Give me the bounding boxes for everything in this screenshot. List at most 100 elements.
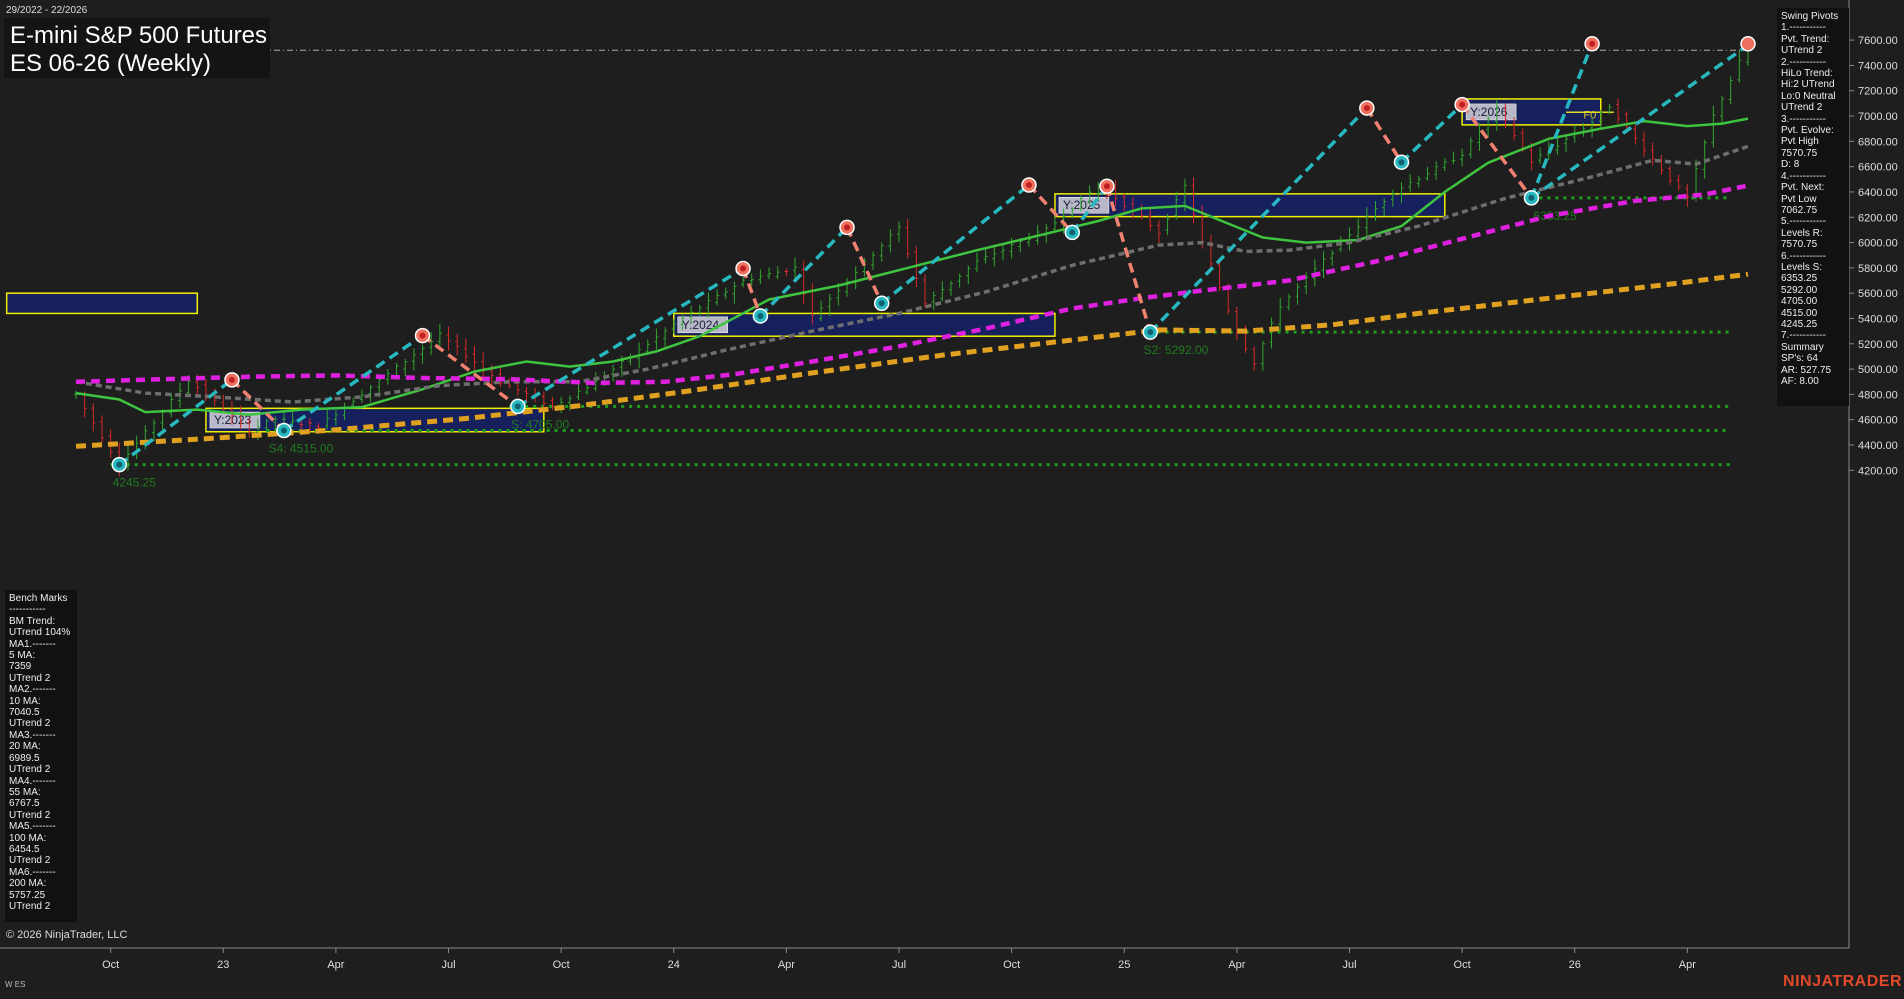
x-tick-label: 26 bbox=[1569, 959, 1581, 971]
y-tick-label: 4200.00 bbox=[1858, 465, 1898, 477]
x-tick-label: Jul bbox=[892, 959, 906, 971]
bench-panel-line: 20 MA: bbox=[9, 741, 41, 753]
pivot-marker-core bbox=[1528, 194, 1535, 201]
swing-panel-line: 5292.00 bbox=[1781, 284, 1818, 296]
swing-panel-line: AR: 527.75 bbox=[1781, 364, 1832, 376]
bench-panel-line: UTrend 2 bbox=[9, 764, 51, 776]
year-zone bbox=[5, 292, 199, 315]
year-zone bbox=[673, 312, 1056, 337]
bench-panel-line: ----------- bbox=[9, 604, 46, 616]
swing-panel-line: 4.----------- bbox=[1781, 170, 1826, 182]
swing-panel-line: 7570.75 bbox=[1781, 239, 1818, 251]
x-tick-label: 24 bbox=[668, 959, 680, 971]
bench-panel-line: UTrend 2 bbox=[9, 809, 51, 821]
instrument-tag: W ES bbox=[5, 980, 26, 989]
swing-panel-line: 7570.75 bbox=[1781, 147, 1818, 159]
swing-panel-line: 2.----------- bbox=[1781, 56, 1826, 68]
swing-line bbox=[1365, 107, 1403, 164]
y-tick-label: 5400.00 bbox=[1858, 313, 1898, 325]
swing-panel-line: SP's: 64 bbox=[1781, 353, 1818, 365]
pivot-marker-core bbox=[1025, 181, 1032, 188]
support-label: S4: 4515.00 bbox=[269, 441, 334, 455]
f0-label: F0 bbox=[1583, 110, 1596, 122]
x-tick-label: Apr bbox=[1679, 959, 1696, 971]
bench-panel-line: UTrend 2 bbox=[9, 900, 51, 912]
bench-panel-line: 5757.25 bbox=[9, 889, 46, 901]
swing-panel-line: Pvt Low bbox=[1781, 193, 1817, 205]
ma-line-20-ma bbox=[75, 117, 1749, 416]
swing-panel-line: Summary bbox=[1781, 341, 1824, 353]
bench-panel-line: 10 MA: bbox=[9, 695, 41, 707]
swing-panel-line: Pvt. Next: bbox=[1781, 182, 1825, 194]
bench-panel-line: MA3.------- bbox=[9, 729, 56, 741]
y-tick-label: 6000.00 bbox=[1858, 238, 1898, 250]
swing-panel-line: 7.----------- bbox=[1781, 330, 1826, 342]
pivot-marker-core bbox=[1589, 40, 1596, 47]
pivot-marker-core bbox=[740, 265, 747, 272]
swing-panel-line: Swing Pivots bbox=[1781, 11, 1839, 22]
chart-stage[interactable]: 4200.00 4400.00 4600.00 4800.00 5000.00 5200.… bbox=[0, 0, 1904, 994]
chart-title: E-mini S&P 500 Futures bbox=[10, 22, 268, 49]
pivot-marker-core bbox=[514, 403, 521, 410]
pivot-marker-core bbox=[1103, 183, 1110, 190]
x-tick-label: 25 bbox=[1118, 959, 1130, 971]
copyright: © 2026 NinjaTrader, LLC bbox=[6, 929, 128, 941]
pivot-marker-core bbox=[116, 461, 123, 468]
swing-pivots-panel: Swing Pivots 1.----------- Pvt. Trend: UTre… bbox=[1777, 8, 1849, 406]
date-range: 29/2022 - 22/2026 bbox=[6, 5, 88, 16]
swing-panel-line: HiLo Trend: bbox=[1781, 68, 1833, 80]
swing-panel-line: Levels S: bbox=[1781, 261, 1823, 273]
swing-panel-line: 3.----------- bbox=[1781, 113, 1826, 125]
y-tick-label: 7400.00 bbox=[1858, 60, 1898, 72]
swing-line bbox=[421, 334, 519, 408]
x-tick-label: Apr bbox=[778, 959, 795, 971]
year-zone-label: Y:2026 bbox=[1470, 105, 1508, 119]
y-tick-label: 6400.00 bbox=[1858, 187, 1898, 199]
bench-panel-line: MA5.------- bbox=[9, 821, 56, 833]
x-tick-label: Oct bbox=[553, 959, 570, 971]
y-tick-label: 4800.00 bbox=[1858, 389, 1898, 401]
bench-panel-line: 6767.5 bbox=[9, 798, 40, 810]
x-tick-label: Oct bbox=[1454, 959, 1471, 971]
swing-panel-line: 5.----------- bbox=[1781, 216, 1826, 228]
bench-panel-line: 6454.5 bbox=[9, 843, 40, 855]
price-chart[interactable]: 4200.00 4400.00 4600.00 4800.00 5000.00 5200.… bbox=[0, 0, 1904, 994]
swing-panel-line: 1.----------- bbox=[1781, 22, 1826, 34]
pivot-marker-core bbox=[419, 332, 426, 339]
pivot-marker-core bbox=[280, 427, 287, 434]
swing-panel-line: Levels R: bbox=[1781, 227, 1823, 239]
support-label: S2: 5292.00 bbox=[1144, 343, 1209, 357]
pivot-marker-core bbox=[228, 376, 235, 383]
pivot-marker-core bbox=[1069, 229, 1076, 236]
x-tick-label: Apr bbox=[1228, 959, 1245, 971]
bench-marks-panel: Bench Marks ----------- BM Trend: UTrend 10… bbox=[5, 590, 77, 922]
y-tick-label: 7000.00 bbox=[1858, 111, 1898, 123]
bench-panel-line: 7040.5 bbox=[9, 707, 40, 719]
swing-panel-line: D: 8 bbox=[1781, 159, 1800, 171]
pivot-marker-core bbox=[1363, 105, 1370, 112]
x-tick-label: Jul bbox=[441, 959, 455, 971]
bench-panel-line: Bench Marks bbox=[9, 593, 68, 604]
bench-panel-line: MA6.------- bbox=[9, 866, 56, 878]
bench-panel-line: UTrend 2 bbox=[9, 672, 51, 684]
brand-logo: NINJATRADER bbox=[1783, 973, 1902, 990]
swing-panel-line: UTrend 2 bbox=[1781, 102, 1823, 114]
y-tick-label: 7600.00 bbox=[1858, 35, 1898, 47]
pivot-marker-core bbox=[757, 312, 764, 319]
swing-line bbox=[516, 267, 744, 408]
support-label: 4245.25 bbox=[113, 476, 157, 490]
ma-line-100-ma bbox=[75, 183, 1749, 386]
swing-panel-line: Pvt. Trend: bbox=[1781, 33, 1830, 45]
bench-panel-line: MA2.------- bbox=[9, 684, 56, 696]
y-tick-label: 6600.00 bbox=[1858, 162, 1898, 174]
swing-panel-line: Pvt High bbox=[1781, 136, 1819, 148]
bench-panel-line: BM Trend: bbox=[9, 615, 56, 627]
swing-line bbox=[845, 226, 884, 305]
swing-panel-line: Pvt. Evolve: bbox=[1781, 125, 1834, 137]
bench-panel-line: UTrend 2 bbox=[9, 855, 51, 867]
bench-panel-line: 55 MA: bbox=[9, 786, 41, 798]
bench-panel-line: UTrend 2 bbox=[9, 718, 51, 730]
bench-panel-line: 6989.5 bbox=[9, 752, 40, 764]
y-tick-label: 4600.00 bbox=[1858, 415, 1898, 427]
bench-panel-line: MA4.------- bbox=[9, 775, 56, 787]
